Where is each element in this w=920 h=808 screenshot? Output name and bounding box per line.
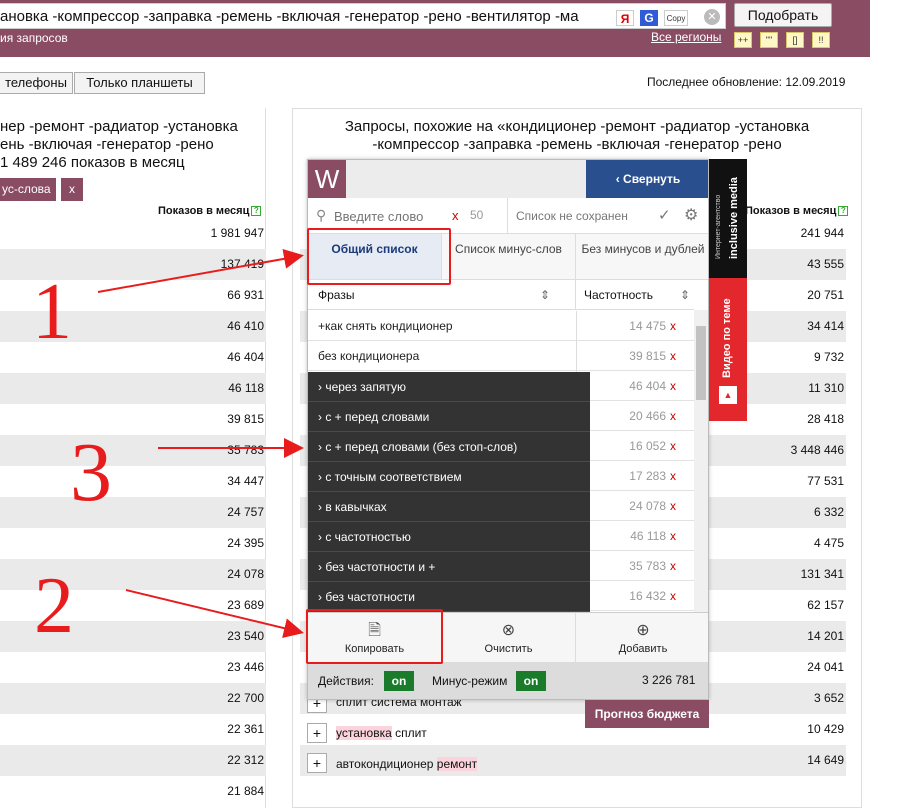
annotation-number-1: 1 [32,268,72,356]
annotation-arrow-2 [125,589,304,638]
page-root: ановка -компрессор -заправка -ремень -вк… [0,0,920,808]
annotation-number-2: 2 [34,562,74,650]
annotation-overlay: 1 3 2 [32,248,304,650]
annotation-arrow-1 [97,248,304,293]
annotation-number-3: 3 [70,426,112,519]
